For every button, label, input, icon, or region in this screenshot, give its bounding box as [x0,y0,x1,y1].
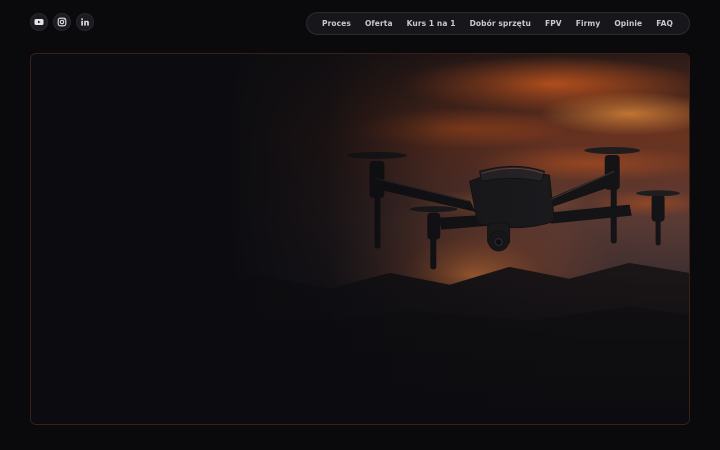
nav-item-opinie[interactable]: Opinie [607,19,649,28]
hero-banner [30,53,690,425]
main-nav: Proces Oferta Kurs 1 na 1 Dobór sprzętu … [305,12,690,35]
instagram-icon [57,17,67,27]
nav-item-kurs[interactable]: Kurs 1 na 1 [400,19,463,28]
youtube-icon [34,19,44,25]
linkedin-icon [81,18,89,26]
instagram-link[interactable] [53,13,71,31]
nav-item-faq[interactable]: FAQ [649,19,680,28]
social-links [30,13,94,31]
nav-item-firmy[interactable]: Firmy [569,19,608,28]
youtube-link[interactable] [30,13,48,31]
nav-item-oferta[interactable]: Oferta [358,19,400,28]
nav-item-fpv[interactable]: FPV [538,19,569,28]
nav-item-dobor-sprzetu[interactable]: Dobór sprzętu [463,19,538,28]
page: Proces Oferta Kurs 1 na 1 Dobór sprzętu … [0,0,720,450]
hero-bottom-fade [31,274,689,424]
nav-item-proces[interactable]: Proces [315,19,358,28]
linkedin-link[interactable] [76,13,94,31]
